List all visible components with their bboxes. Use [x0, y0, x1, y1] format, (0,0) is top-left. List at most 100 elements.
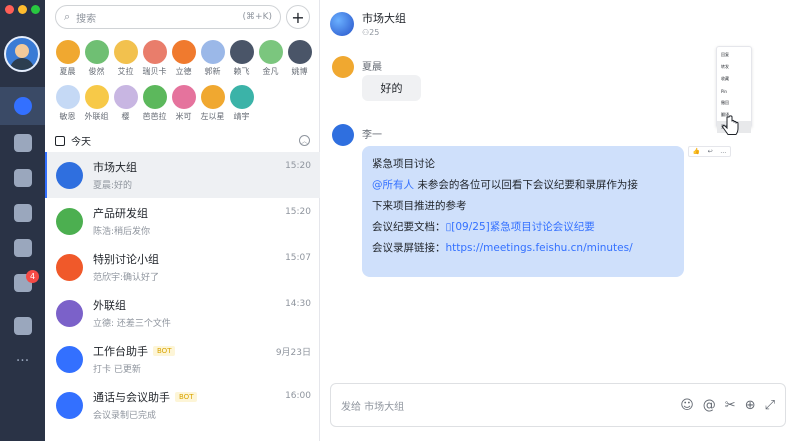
contact-avatar	[113, 40, 138, 64]
group-avatar[interactable]	[330, 11, 354, 36]
conversation-item[interactable]: 通话与会议助手 BOT 会议录制已完成 16:00	[45, 382, 320, 428]
context-menu-item[interactable]: 撤回	[717, 97, 751, 109]
context-menu-item[interactable]: Pin	[717, 85, 751, 97]
sender-avatar[interactable]	[332, 124, 354, 146]
plus-icon: +	[291, 7, 305, 27]
contact-item[interactable]: 金凡	[256, 40, 285, 77]
contact-item[interactable]: 夏晨	[53, 40, 82, 77]
contact-avatar	[171, 40, 196, 64]
minimize-window-button[interactable]	[18, 5, 27, 14]
message-text: 未参会的各位可以回看下会议纪要和录屏作为接	[414, 179, 638, 191]
contact-item[interactable]: 郭新	[198, 40, 227, 77]
grid-apps-icon	[13, 317, 32, 335]
close-window-button[interactable]	[5, 5, 14, 14]
message-bubble[interactable]: 紧急项目讨论 @所有人 未参会的各位可以回看下会议纪要和录屏作为接 下来项目推进…	[362, 146, 684, 277]
chat-bubble-icon	[13, 97, 32, 115]
recording-link[interactable]: https://meetings.feishu.cn/minutes/	[446, 242, 633, 254]
more-nav[interactable]: ···	[0, 342, 45, 380]
contact-name: 夏晨	[59, 67, 76, 76]
conversation-time: 15:07	[285, 253, 311, 263]
contact-item[interactable]: 俊然	[82, 40, 111, 77]
docs-nav[interactable]	[0, 194, 45, 232]
contact-item[interactable]: 外联组	[82, 85, 111, 122]
contact-item[interactable]: 艾拉	[111, 40, 140, 77]
zoom-window-button[interactable]	[31, 5, 40, 14]
contact-item[interactable]: 樱	[111, 85, 140, 122]
recording-label: 会议录屏链接：	[372, 242, 446, 254]
contacts-nav[interactable]	[0, 229, 45, 267]
message-sender: 李一	[362, 130, 382, 141]
member-count[interactable]: ⚇25	[362, 28, 406, 37]
conversation-name: 市场大组	[93, 161, 137, 174]
conversation-preview: 立德: 还差三个文件	[93, 319, 171, 329]
chat-title: 市场大组	[362, 12, 406, 25]
conversation-avatar	[56, 207, 83, 235]
conversation-name: 通话与会议助手	[93, 391, 170, 404]
conversation-item[interactable]: 外联组 立德: 还差三个文件 14:30	[45, 290, 320, 336]
my-avatar[interactable]	[4, 36, 40, 72]
thumbs-up-icon[interactable]: 👍	[693, 148, 700, 155]
conversation-item[interactable]: 特别讨论小组 范欣宇:确认好了 15:07	[45, 244, 320, 290]
app-window: 4 ··· ⌕ 搜索 (⌘+K) + 夏晨 俊然 艾拉 瑞贝卡 立德 郭新 赖飞 金凡 姚博敏恩…	[0, 0, 796, 441]
messenger-nav[interactable]	[0, 87, 45, 125]
contact-name: 米可	[175, 112, 192, 121]
conversation-item[interactable]: 工作台助手 BOT 打卡 已更新 9月23日	[45, 336, 320, 382]
composer-toolbar: ☺ @ ✂ ⊕ ⤢	[680, 398, 775, 413]
message-bubble[interactable]: 好的	[362, 75, 421, 101]
conversation-item[interactable]: 产品研发组 陈浩:稍后发你 15:20	[45, 198, 320, 244]
conversation-item[interactable]: 市场大组 夏晨:好的 15:20	[45, 152, 320, 198]
conversation-time: 16:00	[285, 391, 311, 401]
message-hover-toolbar: 👍 ↩ …	[688, 146, 731, 157]
document-edit-icon	[13, 204, 32, 222]
mail-nav[interactable]: 4	[0, 264, 45, 302]
conversation-avatar	[56, 345, 83, 373]
contact-item[interactable]: 靖宇	[227, 85, 256, 122]
doc-link[interactable]: [09/25]紧急项目讨论会议纪要	[451, 221, 594, 233]
conversation-preview: 打卡 已更新	[93, 365, 141, 375]
chat-header: 市场大组 ⚇25	[330, 10, 406, 37]
meetings-nav[interactable]	[0, 124, 45, 162]
search-icon: ⌕	[64, 10, 71, 23]
contact-item[interactable]: 敏恩	[53, 85, 82, 122]
context-menu-item[interactable]: 回复	[717, 49, 751, 61]
contact-item[interactable]: 瑞贝卡	[140, 40, 169, 77]
contact-name: 郭新	[204, 67, 221, 76]
contact-item[interactable]: 姚博	[285, 40, 314, 77]
contact-name: 樱	[121, 112, 130, 121]
bot-badge: BOT	[153, 346, 176, 356]
add-icon[interactable]: ⊕	[745, 398, 756, 413]
reply-icon[interactable]: ↩	[708, 148, 713, 155]
expand-icon[interactable]: ⤢	[765, 398, 775, 413]
contact-item[interactable]: 左以星	[198, 85, 227, 122]
emoji-icon[interactable]: ☺	[680, 398, 694, 413]
collapse-icon[interactable]: ︿	[299, 135, 310, 146]
context-menu-item[interactable]: 收藏	[717, 73, 751, 85]
context-menu-item[interactable]: 转发	[717, 61, 751, 73]
conversation-time: 9月23日	[275, 348, 311, 358]
create-button[interactable]: +	[286, 5, 310, 29]
window-controls	[5, 5, 40, 14]
contact-item[interactable]: 立德	[169, 40, 198, 77]
mention-icon[interactable]: @	[703, 398, 716, 413]
contact-item[interactable]: 米可	[169, 85, 198, 122]
scissors-icon[interactable]: ✂	[725, 398, 736, 413]
more-icon[interactable]: …	[720, 148, 726, 155]
conversation-time: 15:20	[285, 161, 311, 171]
contact-name: 敏恩	[59, 112, 76, 121]
search-input[interactable]: ⌕ 搜索 (⌘+K)	[55, 5, 281, 29]
doc-line: 会议纪要文档：▯[09/25]紧急项目讨论会议纪要	[372, 217, 674, 238]
contact-name: 外联组	[84, 112, 109, 121]
contact-avatar	[84, 40, 109, 64]
search-shortcut: (⌘+K)	[242, 12, 272, 22]
conversation-avatar	[56, 299, 83, 327]
contact-avatar	[142, 40, 167, 64]
sender-avatar[interactable]	[332, 56, 354, 78]
conversation-time: 15:20	[285, 207, 311, 217]
contact-item[interactable]: 赖飞	[227, 40, 256, 77]
calendar-nav[interactable]	[0, 159, 45, 197]
mention-all[interactable]: @所有人	[372, 179, 414, 191]
contact-avatar	[287, 40, 312, 64]
message-composer[interactable]: 发给 市场大组 ☺ @ ✂ ⊕ ⤢	[330, 383, 786, 427]
workplace-nav[interactable]	[0, 307, 45, 345]
contact-item[interactable]: 芭芭拉	[140, 85, 169, 122]
